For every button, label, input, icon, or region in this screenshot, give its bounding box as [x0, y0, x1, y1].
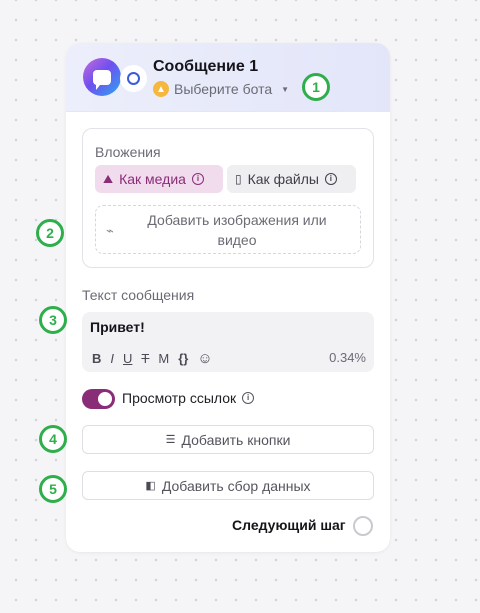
- warning-icon: ▲: [153, 81, 169, 97]
- as-media-label: Как медиа: [119, 171, 186, 187]
- add-data-collection-label: Добавить сбор данных: [161, 477, 311, 494]
- buttons-icon: ☰: [165, 434, 176, 446]
- chevron-down-icon: ▼: [281, 84, 290, 94]
- info-icon[interactable]: i: [191, 173, 204, 185]
- step-marker-1: 1: [302, 73, 330, 101]
- bold-button[interactable]: B: [92, 351, 101, 366]
- emoji-button[interactable]: ☺: [197, 350, 212, 367]
- platform-icon: [120, 65, 147, 92]
- variables-button[interactable]: {}: [178, 351, 188, 366]
- data-collection-icon: ◧: [145, 480, 156, 492]
- link-preview-label-row: Просмотр ссылок i: [122, 390, 255, 406]
- file-icon: ▯: [235, 172, 242, 186]
- message-text[interactable]: Привет!: [90, 319, 145, 335]
- bot-select-placeholder: Выберите бота: [174, 81, 273, 97]
- usage-percent: 0.34%: [329, 350, 366, 365]
- next-step-connector[interactable]: [353, 516, 373, 536]
- card-header: Сообщение 1 ▲ Выберите бота ▼: [66, 43, 390, 112]
- as-media-toggle[interactable]: ⛰ Как медиа i: [95, 165, 223, 193]
- info-icon[interactable]: i: [324, 173, 337, 185]
- italic-button[interactable]: I: [110, 351, 114, 366]
- dropzone-text: Добавить изображения или видео: [147, 211, 327, 248]
- chat-app-logo: [83, 58, 121, 96]
- format-toolbar: B I U T M {} ☺: [92, 350, 213, 367]
- attachment-dropzone[interactable]: ⌁ Добавить изображения или видео: [95, 205, 361, 254]
- monospace-button[interactable]: M: [158, 351, 169, 366]
- strikethrough-button[interactable]: T: [141, 351, 149, 366]
- step-marker-5: 5: [39, 475, 67, 503]
- image-icon: ⛰: [103, 171, 114, 186]
- underline-button[interactable]: U: [123, 351, 132, 366]
- paperclip-icon: ⌁: [106, 223, 114, 238]
- attachments-label: Вложения: [95, 144, 161, 160]
- add-buttons-label: Добавить кнопки: [181, 431, 291, 448]
- link-preview-label: Просмотр ссылок: [122, 390, 237, 406]
- info-icon[interactable]: i: [242, 392, 255, 404]
- step-marker-2: 2: [36, 219, 64, 247]
- as-files-toggle[interactable]: ▯ Как файлы i: [227, 165, 356, 193]
- as-files-label: Как файлы: [247, 171, 319, 187]
- step-marker-4: 4: [39, 425, 67, 453]
- next-step-label: Следующий шаг: [232, 517, 346, 533]
- link-preview-toggle[interactable]: [82, 389, 115, 409]
- add-data-collection-button[interactable]: ◧ Добавить сбор данных: [82, 471, 374, 500]
- step-marker-3: 3: [39, 306, 67, 334]
- node-title: Сообщение 1: [153, 58, 259, 75]
- message-editor[interactable]: Привет! B I U T M {} ☺ 0.34%: [82, 312, 374, 372]
- add-buttons-button[interactable]: ☰ Добавить кнопки: [82, 425, 374, 454]
- message-text-label: Текст сообщения: [82, 287, 195, 303]
- bot-select-dropdown[interactable]: ▲ Выберите бота ▼: [153, 80, 289, 98]
